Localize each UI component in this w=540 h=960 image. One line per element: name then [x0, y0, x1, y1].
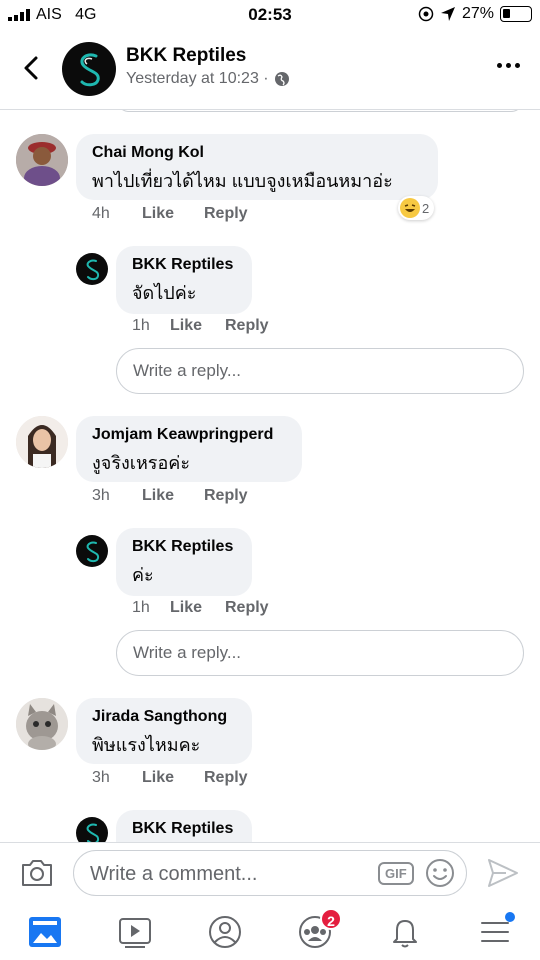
haha-reaction-icon	[400, 198, 420, 218]
watch-icon[interactable]	[115, 912, 155, 952]
avatar[interactable]	[16, 134, 68, 186]
reply-time: 1h	[132, 599, 150, 616]
more-icon[interactable]	[497, 63, 520, 68]
reply-actions: 1h Like Reply	[132, 317, 269, 335]
reply-bubble[interactable]: BKK Reptiles ค่ะ	[116, 528, 252, 596]
page-avatar[interactable]	[62, 42, 116, 96]
like-button[interactable]: Like	[142, 487, 204, 505]
reply-text: จัดไปค่ะ	[132, 283, 197, 303]
reply-button[interactable]: Reply	[225, 317, 269, 335]
avatar[interactable]	[16, 698, 68, 750]
comment-composer: Write a comment... GIF	[0, 842, 540, 902]
groups-badge: 2	[320, 908, 342, 930]
clock: 02:53	[248, 5, 292, 24]
camera-icon[interactable]	[20, 857, 54, 889]
post-header: BKK Reptiles Yesterday at 10:23 ·	[0, 30, 540, 110]
reply-button[interactable]: Reply	[204, 487, 248, 505]
snake-logo-icon	[80, 53, 100, 87]
avatar[interactable]	[76, 817, 108, 842]
comment-time: 3h	[92, 487, 110, 504]
snake-logo-icon	[86, 541, 100, 563]
location-icon	[441, 7, 455, 21]
orientation-lock-icon	[418, 6, 434, 22]
like-button[interactable]: Like	[142, 205, 204, 223]
bell-icon[interactable]	[385, 912, 425, 952]
reply-input[interactable]: Write a reply...	[116, 348, 524, 394]
comment-author[interactable]: Jirada Sangthong	[92, 708, 238, 726]
status-bar: AIS 4G 02:53 27%	[0, 0, 540, 30]
reply-author[interactable]: BKK Reptiles	[132, 256, 238, 274]
comment-time: 3h	[92, 769, 110, 786]
avatar[interactable]	[76, 253, 108, 285]
reply-author[interactable]: BKK Reptiles	[132, 820, 238, 838]
person-photo-icon	[16, 416, 68, 468]
comment-text: พาไปเที่ยวได้ไหม แบบจูงเหมือนหมาอ่ะ	[92, 171, 393, 191]
send-icon[interactable]	[486, 857, 520, 889]
emoji-icon[interactable]	[425, 858, 455, 888]
reply-button[interactable]: Reply	[204, 205, 248, 223]
profile-icon[interactable]	[205, 912, 245, 952]
snake-logo-icon	[86, 823, 100, 842]
like-button[interactable]: Like	[170, 599, 225, 617]
comment-actions: 4h Like Reply	[92, 205, 248, 223]
person-photo-icon	[16, 134, 68, 186]
comment-author[interactable]: Chai Mong Kol	[92, 144, 424, 162]
bottom-nav: 2	[0, 902, 540, 960]
avatar[interactable]	[76, 535, 108, 567]
reply-bubble[interactable]: BKK Reptiles	[116, 810, 252, 842]
snake-logo-icon	[86, 259, 100, 281]
reply-time: 1h	[132, 317, 150, 334]
like-button[interactable]: Like	[170, 317, 225, 335]
comments-feed: Chai Mong Kol พาไปเที่ยวได้ไหม แบบจูงเหม…	[0, 110, 540, 842]
reply-input[interactable]: Write a reply...	[116, 630, 524, 676]
post-timestamp: Yesterday at 10:23 ·	[126, 70, 290, 88]
globe-icon	[274, 72, 289, 86]
comment-author[interactable]: Jomjam Keawpringperd	[92, 426, 288, 444]
reply-button[interactable]: Reply	[204, 769, 248, 787]
comment-actions: 3h Like Reply	[92, 769, 248, 787]
reply-bubble[interactable]: BKK Reptiles จัดไปค่ะ	[116, 246, 252, 314]
back-icon[interactable]	[14, 50, 50, 86]
cat-photo-icon	[16, 698, 68, 750]
gif-icon[interactable]: GIF	[378, 862, 414, 885]
comment-bubble[interactable]: Chai Mong Kol พาไปเที่ยวได้ไหม แบบจูงเหม…	[76, 134, 438, 200]
battery-icon	[500, 6, 532, 22]
battery-percent: 27%	[461, 5, 494, 22]
previous-reply-box[interactable]	[116, 110, 524, 112]
page-name[interactable]: BKK Reptiles	[126, 45, 246, 67]
reaction-summary[interactable]: 2	[398, 196, 435, 220]
reply-button[interactable]: Reply	[225, 599, 269, 617]
comment-time: 4h	[92, 205, 110, 222]
comment-text: พิษแรงไหมคะ	[92, 735, 201, 755]
reply-text: ค่ะ	[132, 565, 154, 585]
menu-notification-dot	[505, 912, 515, 922]
comment-bubble[interactable]: Jomjam Keawpringperd งูจริงเหรอค่ะ	[76, 416, 302, 482]
reaction-count: 2	[422, 200, 430, 216]
avatar[interactable]	[16, 416, 68, 468]
like-button[interactable]: Like	[142, 769, 204, 787]
comment-actions: 3h Like Reply	[92, 487, 248, 505]
reply-author[interactable]: BKK Reptiles	[132, 538, 238, 556]
reply-actions: 1h Like Reply	[132, 599, 269, 617]
news-feed-icon[interactable]	[25, 912, 65, 952]
comment-bubble[interactable]: Jirada Sangthong พิษแรงไหมคะ	[76, 698, 252, 764]
comment-text: งูจริงเหรอค่ะ	[92, 453, 190, 473]
